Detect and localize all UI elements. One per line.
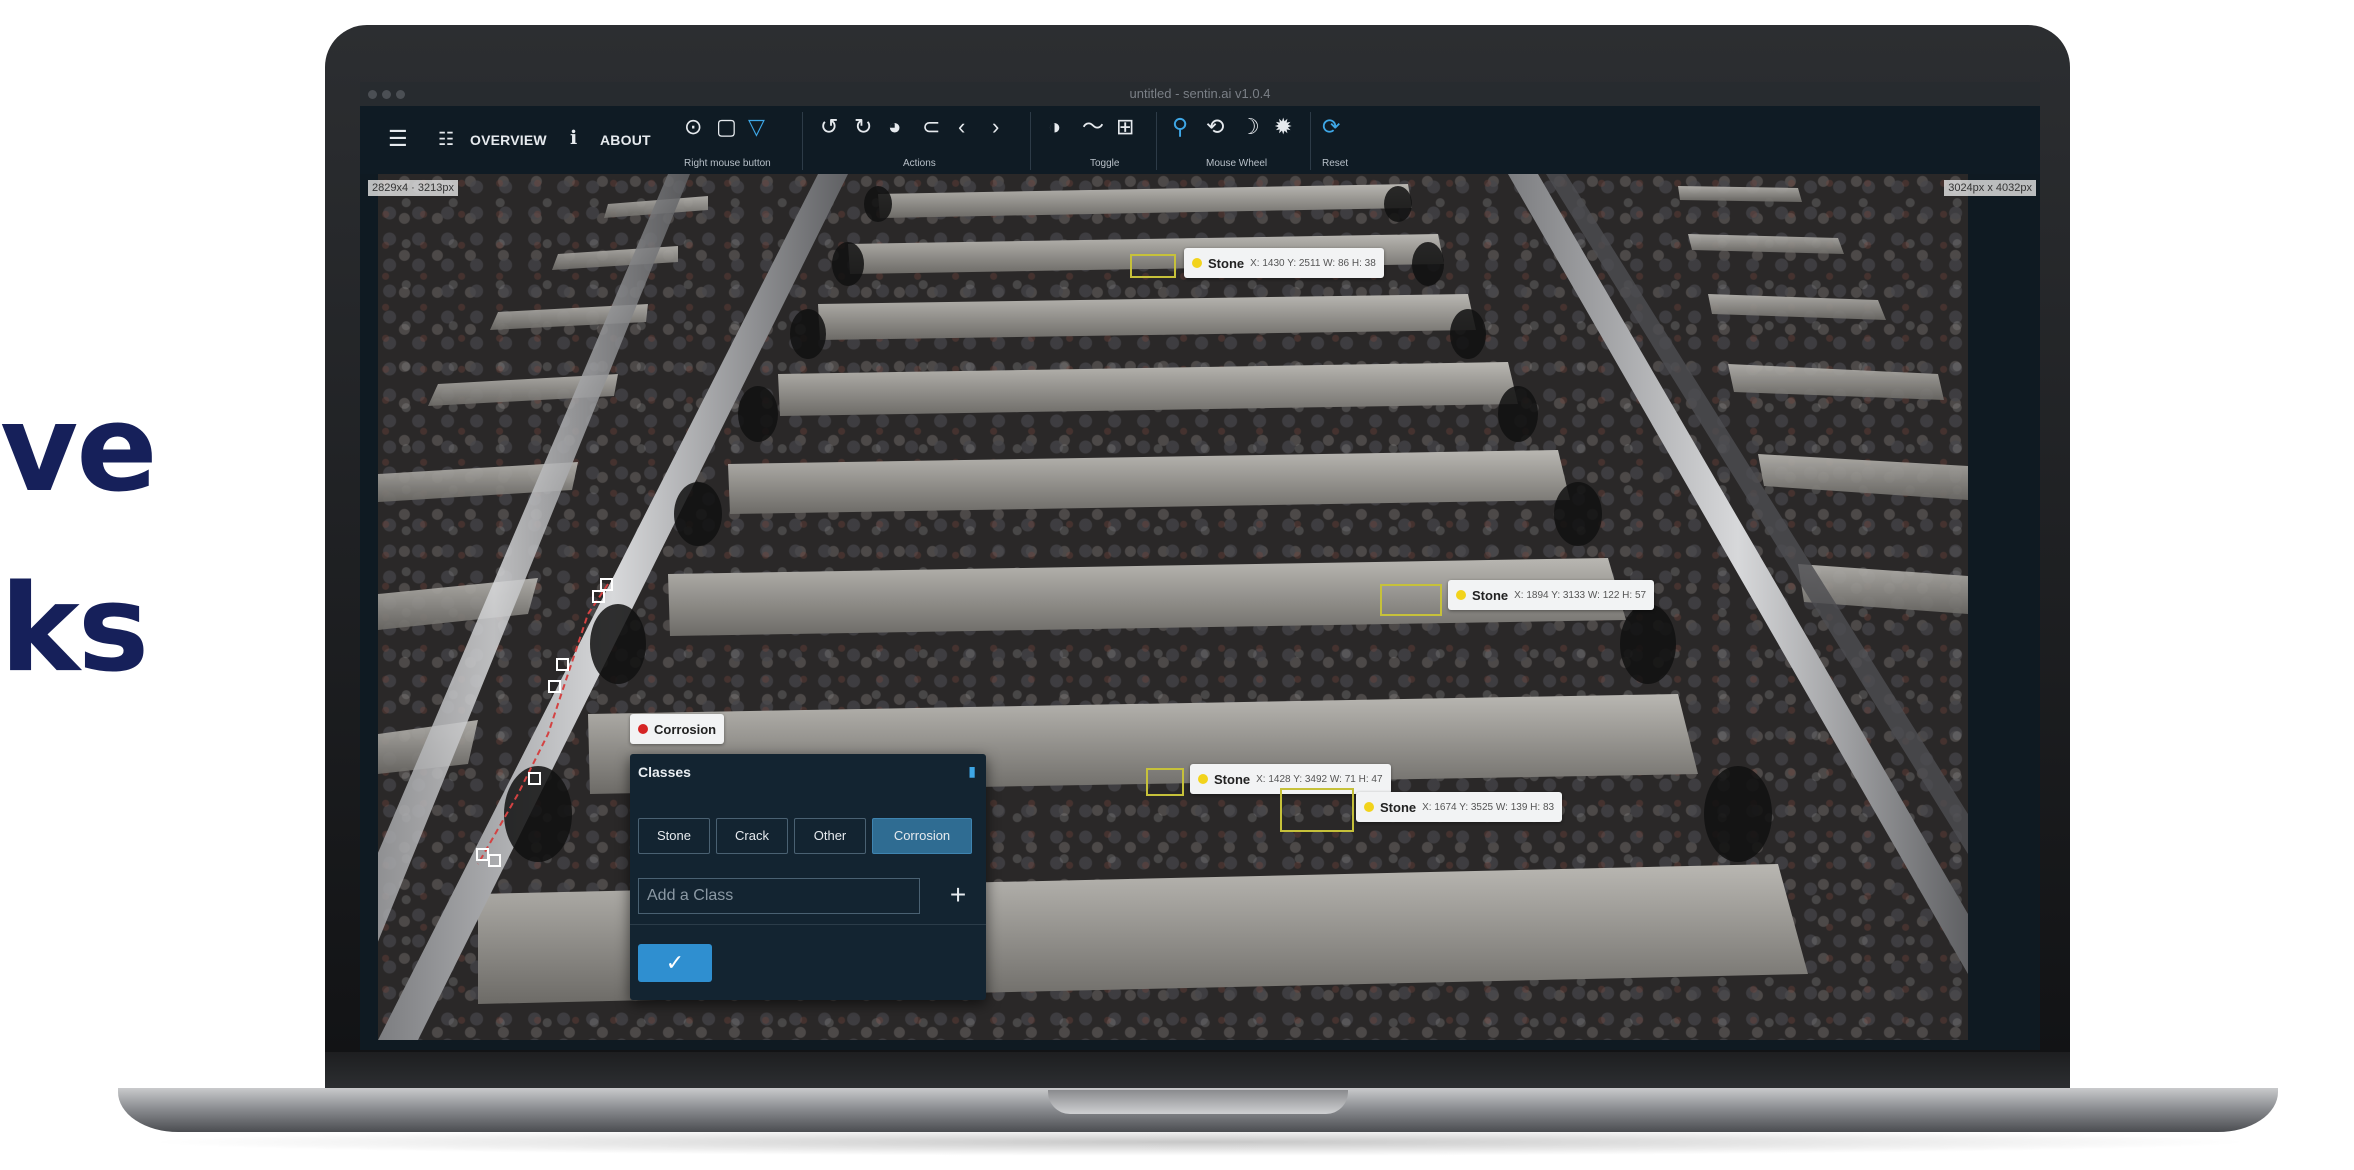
confirm-button[interactable]: ✓ — [638, 944, 712, 982]
line-chart-icon[interactable]: 〜 — [1082, 116, 1104, 138]
stone-dot — [1456, 590, 1466, 600]
add-class-button[interactable]: + — [940, 878, 976, 914]
right-gutter — [1968, 174, 2040, 1050]
annotation-class: Stone — [1214, 771, 1251, 787]
overview-tab[interactable]: OVERVIEW — [470, 132, 547, 148]
rotate-right-icon[interactable]: ↻ — [854, 116, 872, 138]
polygon-handle[interactable] — [488, 854, 501, 867]
stone-bounding-box[interactable] — [1146, 768, 1184, 796]
trash-icon[interactable]: ▮ — [968, 763, 976, 780]
annotation-coordinates: X: 1674 Y: 3525 W: 139 H: 83 — [1422, 801, 1555, 813]
polygon-handle[interactable] — [528, 772, 541, 785]
class-chip-stone[interactable]: Stone — [638, 818, 710, 854]
point-tool-icon[interactable]: ⊙ — [684, 116, 702, 138]
mouse-wheel-caption: Mouse Wheel — [1206, 158, 1268, 169]
annotation-class: Stone — [1472, 587, 1509, 603]
laptop-bezel-bottom — [325, 1052, 2070, 1092]
window-titlebar: untitled - sentin.ai v1.0.4 — [360, 82, 2040, 107]
railway-photo — [378, 174, 1968, 1040]
actions-caption: Actions — [903, 158, 936, 169]
annotation-coordinates: X: 1430 Y: 2511 W: 86 H: 38 — [1250, 257, 1376, 269]
palette-icon[interactable]: ◕ — [888, 116, 901, 138]
toolbar: ☰ ☷ OVERVIEW ℹ ABOUT ⊙ ▢ ▽ Right mouse b… — [360, 106, 2040, 174]
reset-caption: Reset — [1322, 158, 1349, 169]
stone-dot — [1192, 258, 1202, 268]
stone-annotation-label[interactable]: Stone X: 1430 Y: 2511 W: 86 H: 38 — [1184, 248, 1384, 278]
stone-bounding-box[interactable] — [1380, 584, 1442, 616]
annotation-class: Corrosion — [654, 721, 717, 737]
image-canvas[interactable]: Corrosion Stone X: 1430 Y: 2511 W: 86 H:… — [378, 174, 1968, 1040]
paperclip-icon[interactable]: ⊂ — [922, 116, 940, 138]
toolbar-separator — [1310, 112, 1311, 170]
add-class-input[interactable] — [638, 878, 920, 914]
polygon-handle[interactable] — [548, 680, 561, 693]
rotate-wheel-icon[interactable]: ⟲ — [1206, 116, 1224, 138]
class-chip-crack[interactable]: Crack — [716, 818, 788, 854]
stone-dot — [1364, 802, 1374, 812]
marketing-headline-line-2: ks — [0, 560, 149, 699]
popup-divider — [630, 924, 986, 925]
contrast-icon[interactable]: ◑ — [1048, 116, 1061, 138]
chevron-right-icon[interactable]: › — [992, 116, 999, 138]
brightness-icon[interactable]: ✹ — [1274, 116, 1292, 138]
image-size-tag-right: 3024px x 4032px — [1944, 180, 2036, 196]
class-chip-corrosion[interactable]: Corrosion — [872, 818, 972, 854]
polygon-handle[interactable] — [592, 590, 605, 603]
popup-title: Classes — [638, 764, 691, 780]
polygon-handle[interactable] — [556, 658, 569, 671]
laptop-base-notch — [1048, 1090, 1348, 1114]
window-title: untitled - sentin.ai v1.0.4 — [1129, 86, 1271, 101]
toolbar-separator — [1156, 112, 1157, 170]
info-icon[interactable]: ℹ — [570, 128, 577, 150]
class-chip-other[interactable]: Other — [794, 818, 866, 854]
stone-annotation-label[interactable]: Stone X: 1674 Y: 3525 W: 139 H: 83 — [1356, 792, 1563, 822]
grid-icon[interactable]: ⊞ — [1116, 116, 1134, 138]
moon-icon[interactable]: ☽ — [1240, 116, 1260, 138]
annotation-coordinates: X: 1894 Y: 3133 W: 122 H: 57 — [1514, 589, 1647, 601]
zoom-icon[interactable]: ⚲ — [1172, 116, 1188, 138]
app-window: untitled - sentin.ai v1.0.4 ☰ ☷ OVERVIEW… — [360, 82, 2040, 1050]
stone-dot — [1198, 774, 1208, 784]
corrosion-annotation-label[interactable]: Corrosion — [630, 714, 725, 744]
stone-annotation-label[interactable]: Stone X: 1894 Y: 3133 W: 122 H: 57 — [1448, 580, 1655, 610]
reset-icon[interactable]: ⟳ — [1322, 116, 1340, 138]
rectangle-tool-icon[interactable]: ▢ — [716, 116, 737, 138]
annotation-class: Stone — [1380, 799, 1417, 815]
hamburger-menu-icon[interactable]: ☰ — [388, 128, 408, 150]
marketing-headline-line-1: ve — [0, 380, 158, 519]
right-mouse-caption: Right mouse button — [684, 158, 771, 169]
toolbar-separator — [802, 112, 803, 170]
annotation-class: Stone — [1208, 255, 1245, 271]
corrosion-dot — [638, 724, 648, 734]
image-size-tag-left: 2829x4 · 3213px — [368, 180, 458, 196]
polygon-tool-icon[interactable]: ▽ — [748, 116, 765, 138]
class-picker-popup: Classes ▮ Stone Crack Other Corrosion + … — [630, 754, 986, 1000]
toolbar-separator — [1030, 112, 1031, 170]
about-tab[interactable]: ABOUT — [600, 132, 651, 148]
toggle-caption: Toggle — [1090, 158, 1120, 169]
laptop-shadow — [140, 1128, 2260, 1156]
stone-bounding-box[interactable] — [1130, 254, 1176, 278]
rotate-left-icon[interactable]: ↺ — [820, 116, 838, 138]
stone-bounding-box[interactable] — [1280, 788, 1354, 832]
chevron-left-icon[interactable]: ‹ — [958, 116, 965, 138]
annotation-coordinates: X: 1428 Y: 3492 W: 71 H: 47 — [1256, 773, 1383, 785]
overview-icon[interactable]: ☷ — [438, 128, 454, 150]
